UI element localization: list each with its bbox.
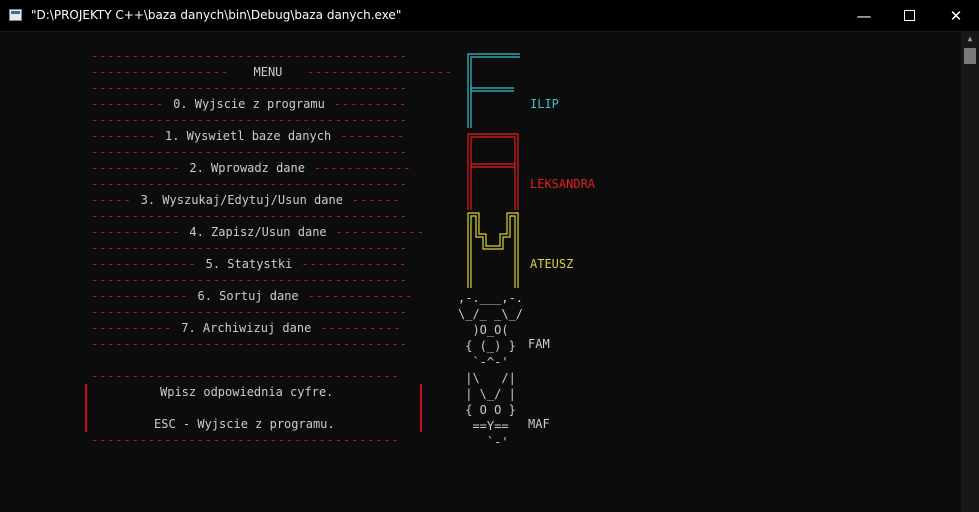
initial-m-text: ATEUSZ xyxy=(530,256,573,272)
maf-art-line: ==Y== xyxy=(458,419,509,433)
prompt-border-bottom: -------------------------------------- xyxy=(91,433,400,447)
menu-item-sort: 6. Sortuj dane xyxy=(197,289,299,303)
name-mateusz: ATEUSZ xyxy=(530,257,574,271)
menu-row-2: ----------- 2. Wprowadz dane ------------ xyxy=(91,161,412,175)
name-aleksandra: LEKSANDRA xyxy=(530,177,596,191)
maf-art-line: |\ /| xyxy=(458,371,516,385)
fam-label: FAM xyxy=(528,337,550,351)
maximize-icon xyxy=(903,10,915,21)
minimize-icon: — xyxy=(856,6,872,25)
prompt-border-right xyxy=(420,416,422,432)
title-bar: "D:\PROJEKTY C++\baza danych\bin\Debug\b… xyxy=(0,0,979,32)
scroll-up-arrow-icon[interactable]: ▲ xyxy=(961,32,979,46)
console-area: --------------------------------------- … xyxy=(0,32,961,512)
fam-art-line: \_/_ _\_/ xyxy=(458,307,524,321)
close-button[interactable]: ✕ xyxy=(933,0,979,31)
menu-row-6: ------------ 6. Sortuj dane ------------- xyxy=(91,289,414,303)
letter-f-art xyxy=(467,53,520,128)
menu-divider: --------------------------------------- xyxy=(91,81,408,95)
menu-divider: --------------------------------------- xyxy=(91,273,408,287)
initial-f-text: ILIP xyxy=(530,96,559,112)
prompt-border-left xyxy=(85,400,87,416)
minimize-button[interactable]: — xyxy=(841,0,887,31)
fam-art-line: ,-.___,-. xyxy=(458,291,524,305)
close-icon: ✕ xyxy=(949,6,963,25)
prompt-instruction: Wpisz odpowiednia cyfre. xyxy=(160,385,334,399)
maximize-button[interactable] xyxy=(886,0,932,31)
initials-art xyxy=(467,53,520,288)
menu-item-search-edit: 3. Wyszukaj/Edytuj/Usun dane xyxy=(140,193,343,207)
prompt-border-left xyxy=(85,384,87,400)
prompt-esc-hint: ESC - Wyjscie z programu. xyxy=(154,417,335,431)
fam-art-line: )O_O( xyxy=(458,323,509,337)
maf-label: MAF xyxy=(528,417,550,431)
letter-a-art xyxy=(467,133,519,210)
menu-divider: --------------------------------------- xyxy=(91,305,408,319)
menu-item-stats: 5. Statystki xyxy=(205,257,293,271)
menu-item-archive: 7. Archiwizuj dane xyxy=(181,321,312,335)
menu-row-5: ------------- 5. Statystki ------------- xyxy=(91,257,407,271)
maf-art-line: { O O } xyxy=(458,403,516,417)
scrollbar-thumb[interactable] xyxy=(964,48,976,64)
menu-border-bottom: --------------------------------------- xyxy=(91,337,408,351)
menu-header-row: ----------------- MENU -----------------… xyxy=(91,65,454,79)
letter-m-art xyxy=(467,212,519,288)
menu-divider: --------------------------------------- xyxy=(91,145,408,159)
menu-row-3: ----- 3. Wyszukaj/Edytuj/Usun dane ------ xyxy=(91,193,401,207)
menu-item-show-db: 1. Wyswietl baze danych xyxy=(165,129,332,143)
menu-item-exit: 0. Wyjscie z programu xyxy=(173,97,325,111)
fam-art-line: { (_) } xyxy=(458,339,516,353)
fam-art-line: `-^-' xyxy=(458,355,509,369)
menu-row-4: ----------- 4. Zapisz/Usun dane ----------… xyxy=(91,225,426,239)
console-app-icon xyxy=(9,9,22,21)
vertical-scrollbar[interactable]: ▲ xyxy=(961,32,979,512)
menu-item-enter-data: 2. Wprowadz dane xyxy=(189,161,305,175)
maf-art-line: | \_/ | xyxy=(458,387,516,401)
prompt-border-right xyxy=(420,400,422,416)
menu-divider: --------------------------------------- xyxy=(91,113,408,127)
menu-item-save: 4. Zapisz/Usun dane xyxy=(189,225,327,239)
name-filip: ILIP xyxy=(530,97,559,111)
menu-divider: --------------------------------------- xyxy=(91,209,408,223)
menu-row-1: -------- 1. Wyswietl baze danych -------- xyxy=(91,129,406,143)
prompt-border-top: -------------------------------------- xyxy=(91,369,400,383)
prompt-border-right xyxy=(420,384,422,400)
menu-border-top: --------------------------------------- xyxy=(91,49,408,63)
window-title: "D:\PROJEKTY C++\baza danych\bin\Debug\b… xyxy=(31,8,402,22)
menu-divider: --------------------------------------- xyxy=(91,177,408,191)
initial-a-text: LEKSANDRA xyxy=(530,176,595,192)
menu-header: MENU xyxy=(253,65,283,79)
maf-art-line: `-' xyxy=(458,435,509,449)
menu-row-7: ---------- 7. Archiwizuj dane ---------- xyxy=(91,321,402,335)
prompt-border-left xyxy=(85,416,87,432)
menu-row-0: --------- 0. Wyjscie z programu --------- xyxy=(91,97,407,111)
menu-divider: --------------------------------------- xyxy=(91,241,408,255)
